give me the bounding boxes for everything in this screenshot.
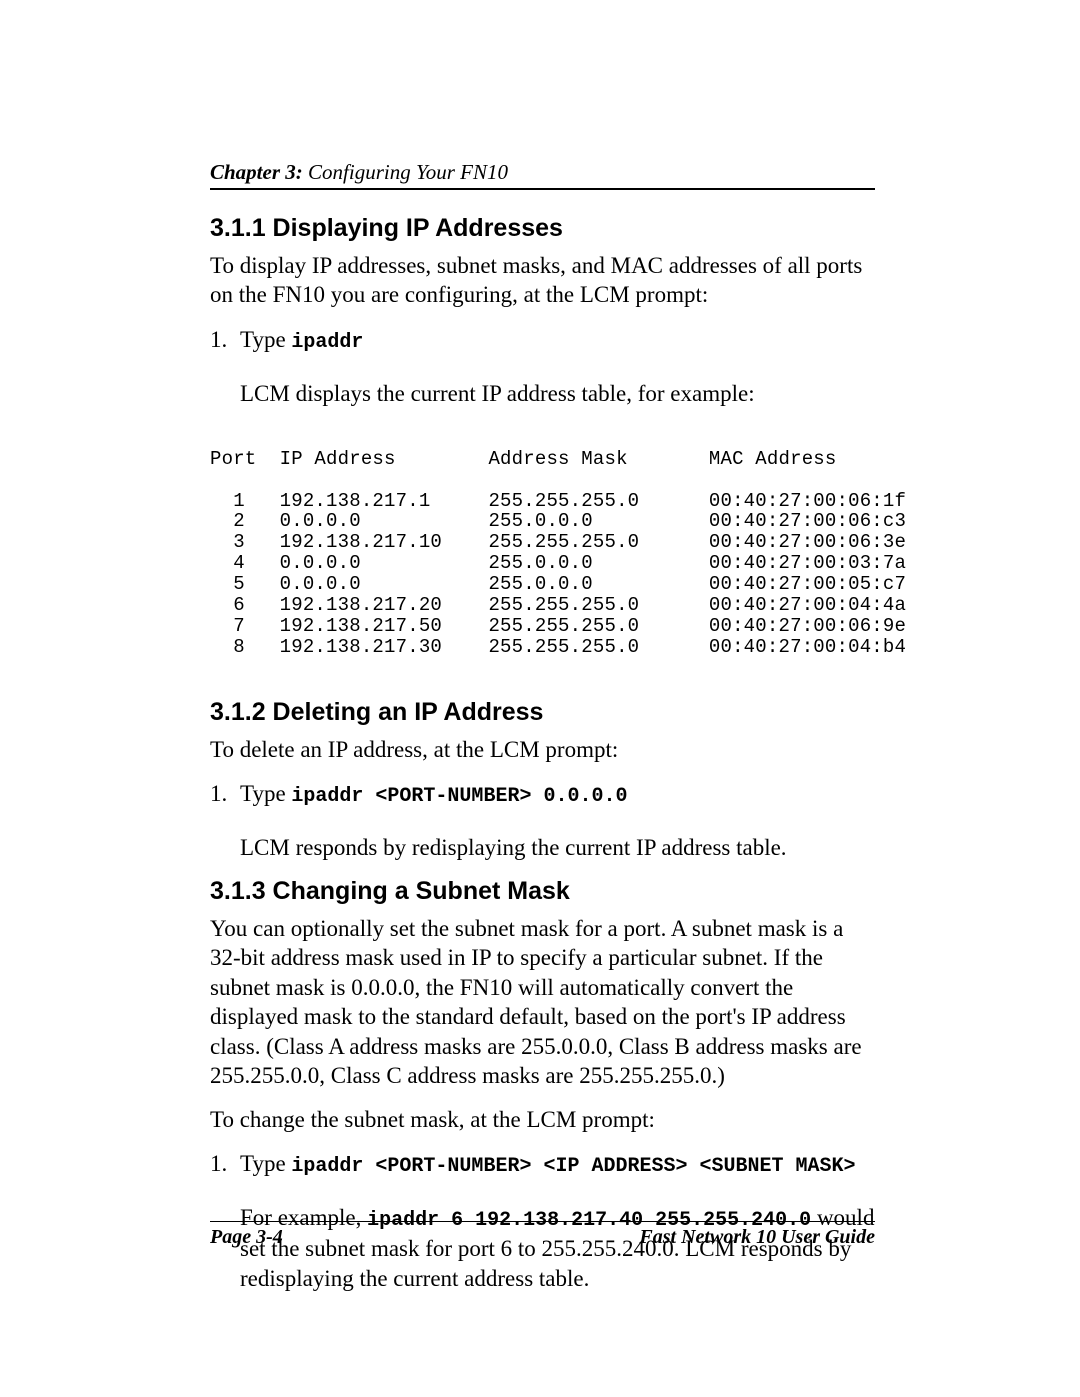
footer-book-title: Fast Network 10 User Guide	[639, 1226, 875, 1249]
step-number: 1.	[210, 324, 240, 356]
step-command: ipaddr <PORT-NUMBER> 0.0.0.0	[291, 785, 627, 808]
step-text: Type ipaddr <PORT-NUMBER> <IP ADDRESS> <…	[240, 1148, 875, 1180]
step-type-word: Type	[240, 781, 291, 806]
s312-step-1: 1. Type ipaddr <PORT-NUMBER> 0.0.0.0	[210, 778, 875, 810]
header-text: Chapter 3: Configuring Your FN10	[210, 160, 508, 184]
s313-intro: To change the subnet mask, at the LCM pr…	[210, 1105, 875, 1134]
page: Chapter 3: Configuring Your FN10 3.1.1 D…	[0, 0, 1080, 1397]
header-chapter: Chapter 3:	[210, 160, 303, 184]
page-footer: Page 3-4 Fast Network 10 User Guide	[210, 1221, 875, 1249]
s311-step-1: 1. Type ipaddr	[210, 324, 875, 356]
step-text: Type ipaddr <PORT-NUMBER> 0.0.0.0	[240, 778, 875, 810]
s312-intro: To delete an IP address, at the LCM prom…	[210, 735, 875, 764]
heading-3-1-2: 3.1.2 Deleting an IP Address	[210, 698, 875, 727]
ip-address-table: Port IP Address Address Mask MAC Address…	[210, 449, 875, 658]
s313-para: You can optionally set the subnet mask f…	[210, 914, 875, 1091]
step-text: Type ipaddr	[240, 324, 875, 356]
s311-after: LCM displays the current IP address tabl…	[240, 379, 875, 409]
heading-3-1-3: 3.1.3 Changing a Subnet Mask	[210, 877, 875, 906]
step-type-word: Type	[240, 1151, 291, 1176]
step-command: ipaddr	[291, 331, 363, 354]
step-number: 1.	[210, 778, 240, 810]
s312-after: LCM responds by redisplaying the current…	[240, 833, 875, 863]
step-number: 1.	[210, 1148, 240, 1180]
step-command: ipaddr <PORT-NUMBER> <IP ADDRESS> <SUBNE…	[291, 1155, 855, 1178]
heading-3-1-1: 3.1.1 Displaying IP Addresses	[210, 214, 875, 243]
running-header: Chapter 3: Configuring Your FN10	[210, 160, 875, 190]
footer-page-number: Page 3-4	[210, 1226, 283, 1249]
s313-step-1: 1. Type ipaddr <PORT-NUMBER> <IP ADDRESS…	[210, 1148, 875, 1180]
s311-intro: To display IP addresses, subnet masks, a…	[210, 251, 875, 310]
header-title: Configuring Your FN10	[303, 160, 508, 184]
step-type-word: Type	[240, 327, 291, 352]
